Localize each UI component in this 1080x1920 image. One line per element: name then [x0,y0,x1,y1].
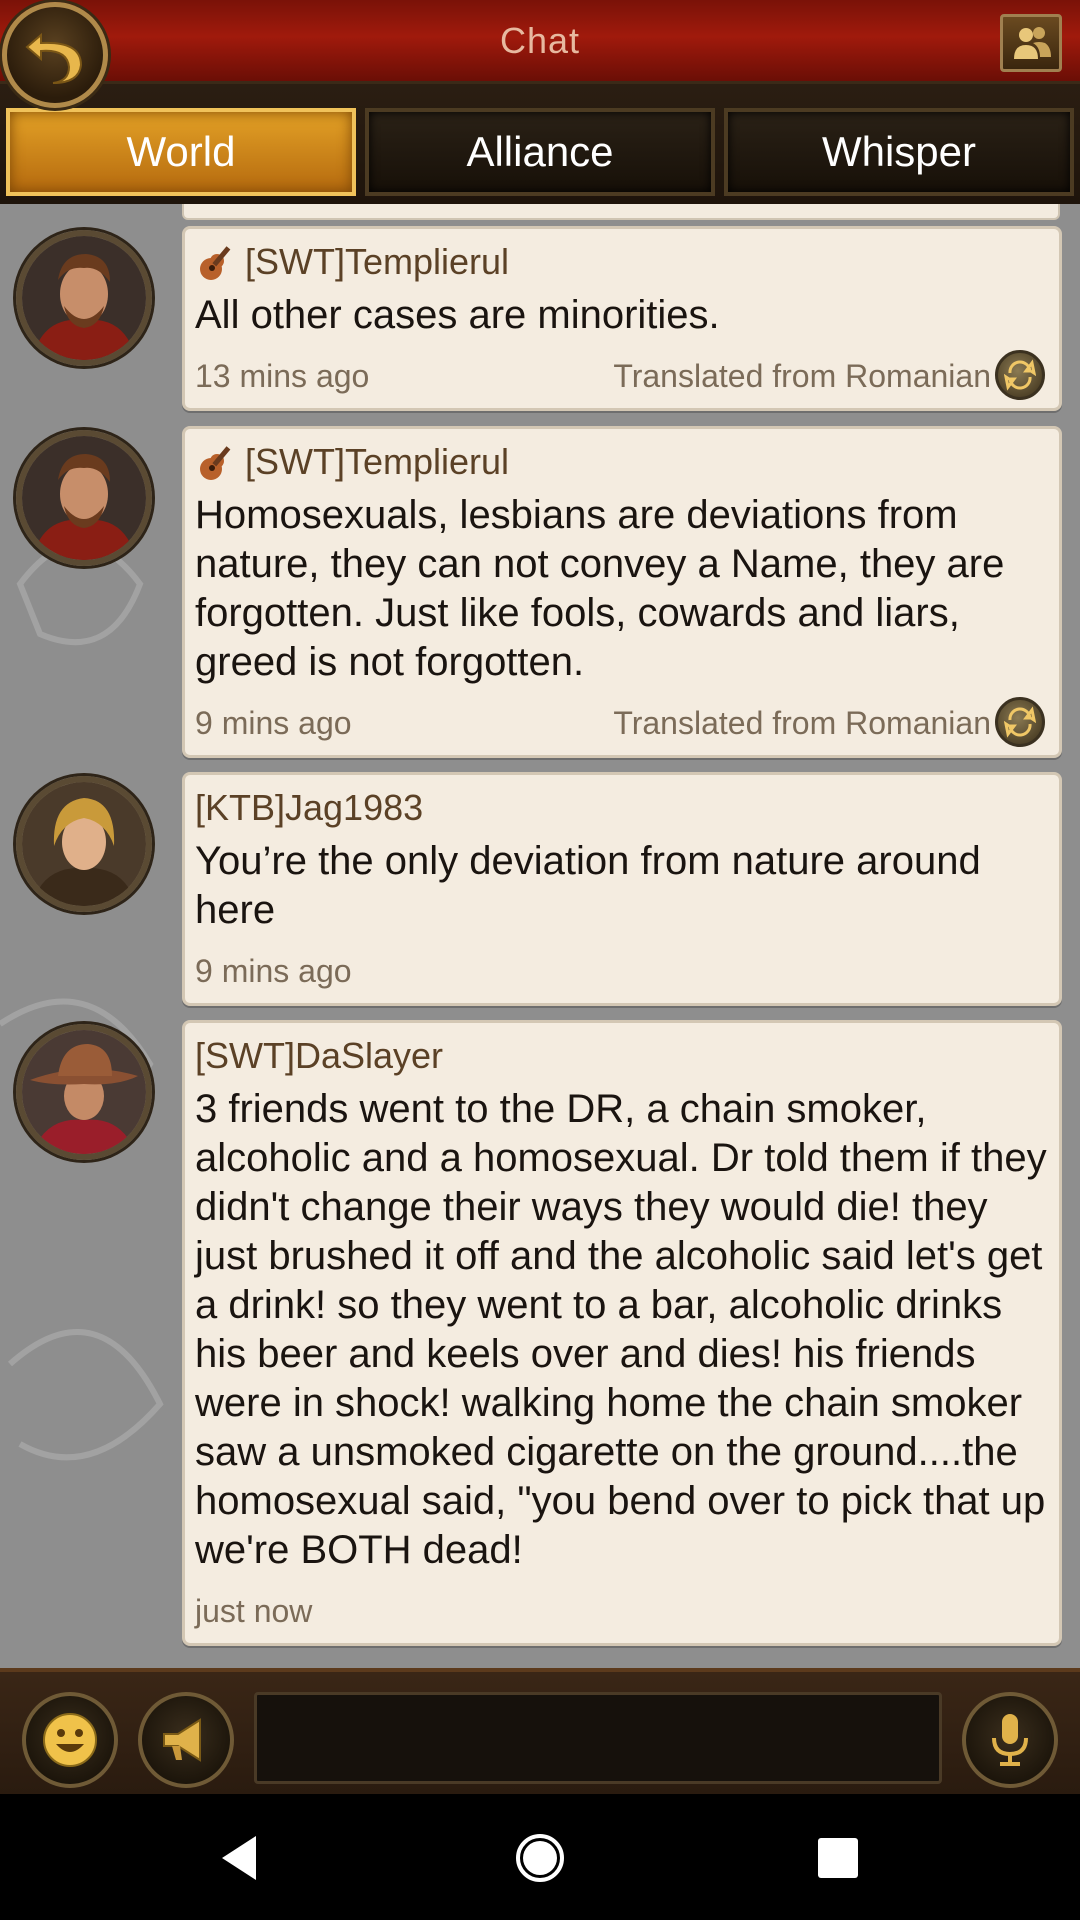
friends-icon [1014,27,1051,59]
system-nav-bar [0,1794,1080,1920]
guitar-icon [200,446,231,480]
chat-message-list[interactable]: [SWT]Templierul All other cases are mino… [0,204,1080,1668]
broadcast-button[interactable] [138,1692,234,1788]
translate-button[interactable] [995,697,1045,747]
translated-label: Translated from Romanian [613,705,991,741]
voice-button[interactable] [962,1692,1058,1788]
sender-row: [SWT]DaSlayer [195,1033,1047,1079]
tab-alliance[interactable]: Alliance [365,108,715,196]
tab-world[interactable]: World [6,108,356,196]
page-title: Chat [499,20,581,61]
blond-hero-portrait-icon [22,782,146,906]
translated-label: Translated from Romanian [613,358,991,394]
emoji-button[interactable] [22,1692,118,1788]
nav-back-icon[interactable] [212,1828,272,1888]
megaphone-icon [163,1718,201,1762]
avatar[interactable] [16,430,152,566]
translate-icon [1004,359,1036,391]
warrior-portrait-icon [22,236,146,360]
message-bubble: [SWT]DaSlayer 3 friends went to the DR, … [182,1020,1062,1646]
microphone-icon [992,1714,1028,1766]
nav-home-icon[interactable] [510,1828,570,1888]
message-bubble: [SWT]Templierul All other cases are mino… [182,226,1062,411]
avatar[interactable] [16,230,152,366]
message-meta: 9 mins ago Translated from Romanian [195,697,1047,747]
message-text: Homosexuals, lesbians are deviations fro… [195,493,1005,684]
message-time: 13 mins ago [195,358,370,394]
back-button[interactable] [2,2,108,108]
guitar-icon [200,246,231,280]
sender-name[interactable]: [SWT]Templierul [245,239,509,285]
message-bubble: [SWT]Templierul Homosexuals, lesbians ar… [182,426,1062,758]
sender-name[interactable]: [KTB]Jag1983 [195,785,423,831]
message-time: 9 mins ago [195,953,352,989]
back-arrow-icon [25,32,83,84]
translate-icon [1004,706,1036,738]
sender-row: [SWT]Templierul [195,239,1047,285]
message-time: 9 mins ago [195,705,352,741]
sender-name[interactable]: [SWT]Templierul [245,439,509,485]
avatar[interactable] [16,776,152,912]
message-meta: 13 mins ago Translated from Romanian [195,350,1047,400]
message-time: just now [195,1593,313,1629]
chat-input-bar [0,1668,1080,1794]
message-text: 3 friends went to the DR, a chain smoker… [195,1087,1047,1572]
sender-row: [SWT]Templierul [195,439,1047,485]
smiley-icon [43,1713,97,1767]
friends-button[interactable] [1000,14,1062,72]
message-bubble: [KTB]Jag1983 You’re the only deviation f… [182,772,1062,1006]
sender-row: [KTB]Jag1983 [195,785,1047,831]
cowboy-portrait-icon [22,1030,146,1154]
sender-name[interactable]: [SWT]DaSlayer [195,1033,443,1079]
chat-header: Chat [0,0,1080,84]
translate-button[interactable] [995,350,1045,400]
chat-tabs: World Alliance Whisper [0,84,1080,204]
message-meta: 9 mins ago [195,949,1047,993]
nav-recent-apps-icon[interactable] [808,1828,868,1888]
message-text: You’re the only deviation from nature ar… [195,839,981,932]
message-text: All other cases are minorities. [195,293,720,337]
avatar[interactable] [16,1024,152,1160]
warrior-portrait-icon [22,436,146,560]
previous-message-edge [182,204,1060,220]
message-meta: just now [195,1589,1047,1633]
tab-whisper[interactable]: Whisper [724,108,1074,196]
message-input[interactable] [254,1692,942,1784]
